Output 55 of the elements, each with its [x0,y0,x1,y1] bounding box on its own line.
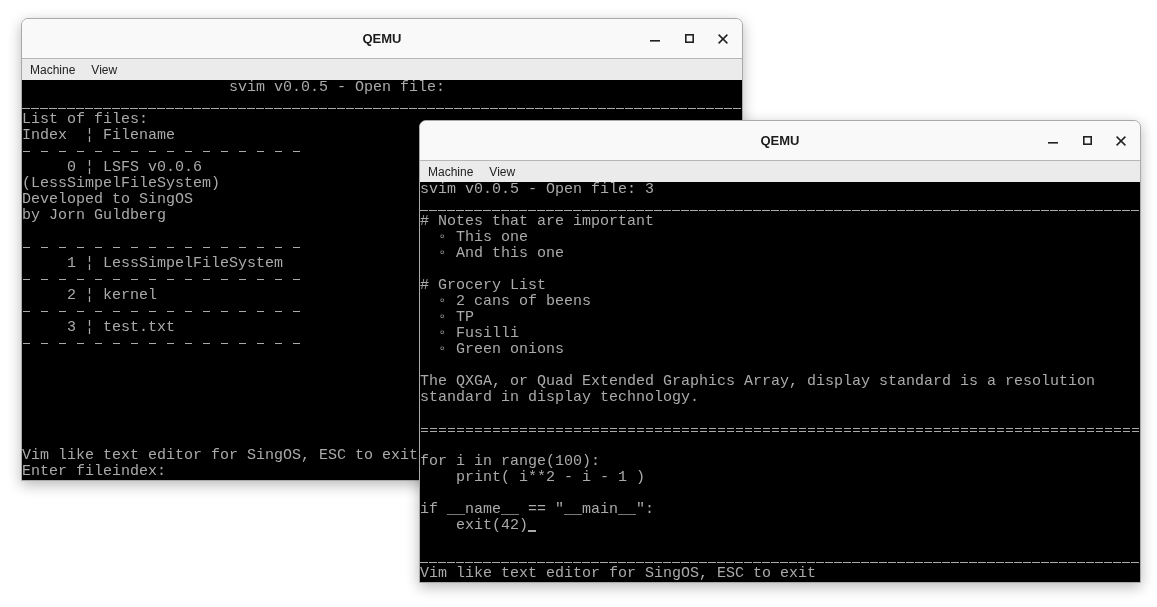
terminal-text: Developed to SingOS [22,192,194,208]
file-index: 2 [67,288,76,304]
column-separator: ¦ [85,256,94,272]
list-item-text: And this one [456,246,565,262]
maximize-icon [684,34,694,43]
list-bullet: ◦ [438,246,447,262]
list-item-text: This one [456,230,529,246]
column-heading: Index [22,128,67,144]
column-separator: ¦ [85,128,94,144]
maximize-icon [1082,136,1092,145]
list-item-text: TP [456,310,475,326]
terminal-text: Vim like text editor for SingOS, ESC to exit [420,566,817,582]
list-bullet: ◦ [438,326,447,342]
list-bullet: ◦ [438,342,447,358]
window-title: QEMU [362,31,402,46]
terminal-text: svim v0.0.5 - Open file: 3 [420,182,655,198]
list-bullet: ◦ [438,294,447,310]
terminal-text: # Grocery List [420,278,547,294]
column-heading: Filename [103,128,176,144]
file-index: 0 [67,160,76,176]
file-index: 3 [67,320,76,336]
list-item-text: Fusilli [456,326,520,342]
file-name: LSFS v0.0.6 [103,160,203,176]
terminal-text: by Jorn Guldberg [22,208,167,224]
terminal-text: # Notes that are important [420,214,655,230]
list-item-text: 2 cans of beens [456,294,592,310]
list-item-text: Green onions [456,342,565,358]
menu-item[interactable]: View [481,161,524,182]
terminal-text: List of files: [22,112,149,128]
editor-title: svim v0.0.5 - Open file: [229,80,446,96]
file-name: kernel [103,288,158,304]
list-bullet: ◦ [438,230,447,246]
terminal-text: Vim like text editor for SingOS, ESC to exit [22,448,419,464]
terminal-text: if __name__ == "__main__": [420,502,655,518]
menu-item[interactable]: Machine [22,59,84,80]
file-name: test.txt [103,320,176,336]
window-title: QEMU [760,133,800,148]
terminal-text: Enter fileindex: [22,464,167,480]
terminal-text: print( i**2 - i - 1 ) [456,470,646,486]
minimize-icon [650,39,660,42]
terminal-paragraph: The QXGA, or Quad Extended Graphics Array, display standard is a resolution standard in display technology. [420,374,1097,406]
column-separator: ¦ [85,288,94,304]
column-separator: ¦ [85,160,94,176]
terminal-text: for i in range(100): [420,454,601,470]
terminal-text: (LessSimpelFileSystem) [22,176,221,192]
terminal-text: exit(42) [456,518,528,534]
column-separator: ¦ [85,320,94,336]
minimize-icon [1048,141,1058,144]
menu-item[interactable]: View [83,59,126,80]
file-index: 1 [67,256,76,272]
close-icon [718,33,728,44]
file-name: LessSimpelFileSystem [103,256,284,272]
list-bullet: ◦ [438,310,447,326]
menu-item[interactable]: Machine [420,161,482,182]
close-icon [1116,135,1126,146]
